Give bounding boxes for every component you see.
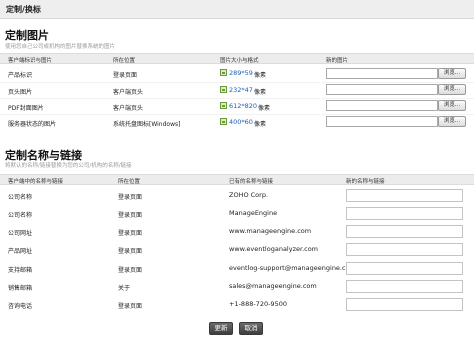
col-header-location: 所在位置 bbox=[113, 58, 136, 64]
image-dimensions-unit: 像素 bbox=[258, 105, 271, 112]
link-row-current-value: www.manageengine.com bbox=[229, 227, 312, 235]
col-header-location: 所在位置 bbox=[118, 179, 141, 185]
images-section-description: 使用您自己公司或机构的图片替换系统的图片 bbox=[5, 44, 116, 50]
new-value-input[interactable] bbox=[346, 298, 463, 311]
link-row-name: 支持邮箱 bbox=[8, 267, 33, 274]
browse-button[interactable]: 浏览... bbox=[438, 68, 466, 79]
image-row-name: 服务器状态的图片 bbox=[8, 121, 57, 128]
image-preview-icon[interactable] bbox=[220, 86, 227, 93]
image-dimensions-link[interactable]: 400*60 bbox=[229, 118, 253, 126]
link-row-location: 关于 bbox=[118, 285, 131, 292]
col-header-image-size: 图片大小与格式 bbox=[220, 58, 259, 64]
image-dimensions-unit: 像素 bbox=[254, 121, 267, 128]
image-row-location: 登录页面 bbox=[113, 72, 138, 79]
image-dimensions-unit: 像素 bbox=[254, 72, 267, 79]
link-row-location: 登录页面 bbox=[118, 267, 143, 274]
link-row-location: 登录页面 bbox=[118, 230, 143, 237]
col-header-new-value: 新的名称与链接 bbox=[346, 179, 385, 185]
image-row-location: 客户端页头 bbox=[113, 105, 144, 112]
link-row-name: 产品网址 bbox=[8, 248, 33, 255]
browse-button[interactable]: 浏览... bbox=[438, 84, 466, 95]
image-row-location: 客户端页头 bbox=[113, 89, 144, 96]
links-section-description: 将默认的名称/链接替换为您的公司/机构的名称/链接 bbox=[5, 163, 132, 169]
image-preview-icon[interactable] bbox=[220, 69, 227, 76]
link-row-location: 登录页面 bbox=[118, 194, 143, 201]
link-row-name: 公司名称 bbox=[8, 194, 33, 201]
link-row-name: 咨询电话 bbox=[8, 303, 33, 310]
image-preview-icon[interactable] bbox=[220, 102, 227, 109]
col-header-client-name: 客户端中的名称与链接 bbox=[8, 179, 64, 185]
new-value-input[interactable] bbox=[346, 189, 463, 202]
new-image-file-field[interactable] bbox=[326, 100, 438, 111]
new-value-input[interactable] bbox=[346, 262, 463, 275]
cancel-button[interactable]: 取消 bbox=[239, 322, 263, 335]
new-value-input[interactable] bbox=[346, 280, 463, 293]
row-divider bbox=[0, 114, 474, 115]
image-dimensions-unit: 像素 bbox=[254, 89, 267, 96]
update-button[interactable]: 更新 bbox=[209, 322, 233, 335]
link-row-current-value: +1-888-720-9500 bbox=[229, 300, 287, 308]
row-divider bbox=[0, 98, 474, 99]
image-row-location: 系统托盘图标[Windows] bbox=[113, 121, 181, 128]
image-row-name: PDF封面图片 bbox=[8, 105, 44, 112]
link-row-location: 登录页面 bbox=[118, 248, 143, 255]
col-header-client-image: 客户端标识与图片 bbox=[8, 58, 53, 64]
browse-button[interactable]: 浏览... bbox=[438, 100, 466, 111]
page-header-title: 定制/换标 bbox=[6, 5, 41, 14]
link-row-current-value: eventlog-support@manageengine.com bbox=[229, 264, 356, 272]
link-row-name: 销售邮箱 bbox=[8, 285, 33, 292]
link-row-name: 公司网址 bbox=[8, 230, 33, 237]
link-row-location: 登录页面 bbox=[118, 212, 143, 219]
link-row-current-value: ZOHO Corp. bbox=[229, 191, 269, 199]
images-section-title: 定制图片 bbox=[5, 29, 49, 42]
new-value-input[interactable] bbox=[346, 225, 463, 238]
link-row-current-value: www.eventloganalyzer.com bbox=[229, 245, 319, 253]
image-row-name: 产品标识 bbox=[8, 72, 33, 79]
col-header-current-value: 已有的名称与链接 bbox=[229, 179, 274, 185]
new-image-file-field[interactable] bbox=[326, 84, 438, 95]
page-header-bar bbox=[0, 0, 474, 19]
image-dimensions-link[interactable]: 232*47 bbox=[229, 86, 253, 94]
link-row-current-value: ManageEngine bbox=[229, 209, 278, 217]
image-dimensions-link[interactable]: 612*820 bbox=[229, 102, 257, 110]
link-row-name: 公司名称 bbox=[8, 212, 33, 219]
images-table-header: 客户端标识与图片 所在位置 图片大小与格式 新的图片 bbox=[0, 53, 474, 64]
image-dimensions-link[interactable]: 289*59 bbox=[229, 69, 253, 77]
image-preview-icon[interactable] bbox=[220, 118, 227, 125]
col-header-new-image: 新的图片 bbox=[326, 58, 349, 64]
row-divider bbox=[0, 82, 474, 83]
links-table-header: 客户端中的名称与链接 所在位置 已有的名称与链接 新的名称与链接 bbox=[0, 174, 474, 185]
link-row-current-value: sales@manageengine.com bbox=[229, 282, 317, 290]
browse-button[interactable]: 浏览... bbox=[438, 116, 466, 127]
image-row-name: 页头图片 bbox=[8, 89, 33, 96]
new-image-file-field[interactable] bbox=[326, 116, 438, 127]
new-image-file-field[interactable] bbox=[326, 68, 438, 79]
new-value-input[interactable] bbox=[346, 207, 463, 220]
link-row-location: 登录页面 bbox=[118, 303, 143, 310]
new-value-input[interactable] bbox=[346, 243, 463, 256]
